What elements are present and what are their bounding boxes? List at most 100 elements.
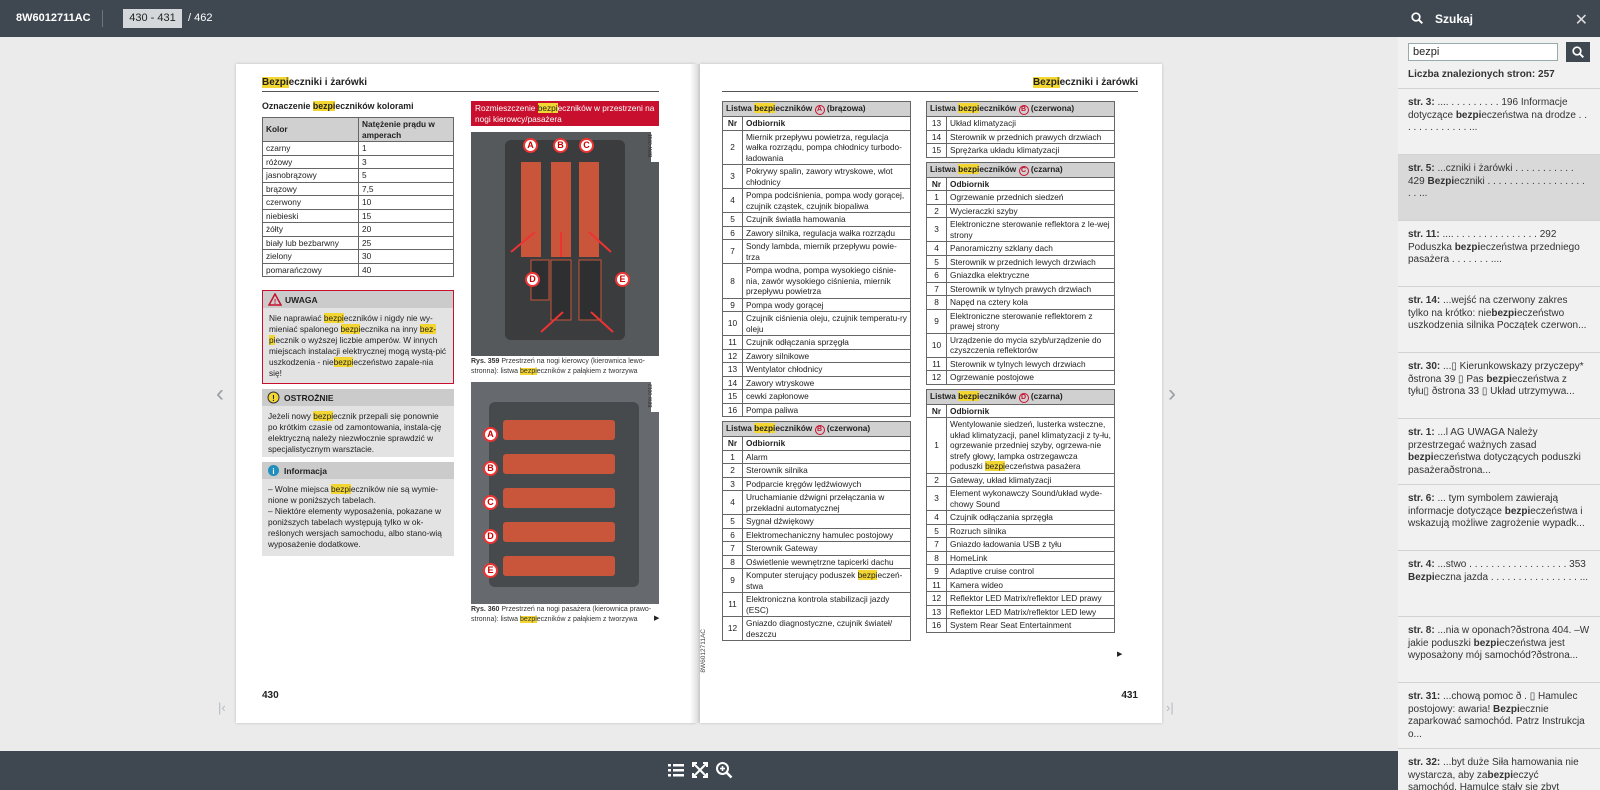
fullscreen-icon[interactable] (691, 761, 709, 779)
text: Sterownik Gateway (746, 543, 818, 553)
next-page-icon[interactable]: › (1168, 380, 1176, 408)
table-cell: czarny (262, 141, 359, 156)
table-cell: 30 (358, 249, 454, 264)
search-result-item[interactable]: str. 30: ...▯ Kierunkowskazy przyczepy* … (1398, 352, 1600, 418)
table-row: 5 Czujnik światła hamowania (722, 212, 911, 227)
table-row: 2 Wycieraczki szyby (926, 203, 1115, 218)
search-icon (1572, 46, 1584, 58)
fuse-number: 12 (926, 591, 947, 606)
title-text: eczników (979, 163, 1019, 174)
text: Reflektor LED Matrix/reflektor LED prawy (950, 593, 1102, 603)
fuse-illustration-1 (471, 132, 659, 356)
fuse-number: 8 (722, 263, 743, 299)
table-header: Nr Odbiornik (722, 116, 911, 131)
search-result-item[interactable]: str. 11: .... . . . . . . . . . . . . . … (1398, 220, 1600, 286)
result-page: str. 4: (1408, 559, 1435, 570)
list-icon[interactable] (667, 761, 685, 779)
text: Pompa paliwa (746, 404, 799, 415)
fuse-receiver: cewki zapłonowe (742, 389, 911, 404)
title-text: (brązowa) (824, 103, 866, 113)
result-hit: Bezpi (1493, 703, 1520, 715)
svg-text:!: ! (274, 299, 276, 306)
fuse-receiver: Elektromechaniczny hamulec postojowy (742, 527, 911, 542)
rule (722, 91, 1138, 92)
result-hit: bezpi (1454, 241, 1481, 253)
result-hit: bezpi (1408, 452, 1434, 463)
search-input[interactable]: bezpi (1408, 43, 1558, 61)
table-row: 3 Element wykonawczy Sound/układ wyde-cho… (926, 486, 1115, 511)
search-title: Szukaj (1435, 12, 1474, 26)
text: Reflektor LED Matrix/reflektor LED lewy (950, 606, 1097, 617)
fuse-number: 9 (926, 564, 947, 579)
fuse-photo-passenger: B8W-0012 A B C D E (471, 382, 659, 604)
search-result-item[interactable]: str. 8: ...nia w oponach?ðstrona 404. –W… (1398, 616, 1600, 682)
text: Rozruch silnika (950, 525, 1007, 536)
table-cell: 10 (358, 195, 454, 210)
text: Panoramiczny szklany dach (950, 243, 1053, 253)
text: Sterownik w przednich lewych drzwiach (950, 256, 1096, 267)
fuse-letter-badge: B (1018, 105, 1029, 115)
caution-box: ! OSTROŻNIE Jeżeli nowy bezpiecznik przep… (262, 389, 454, 457)
fuse-number: 16 (926, 618, 947, 633)
table-row: 6 Zawory silnika, regulacja wałka rozrząd… (722, 225, 911, 240)
table-row: 7 Sterownik w tylnych prawych drzwiach (926, 281, 1115, 296)
table-row: zielony 30 (262, 249, 454, 264)
result-hit: bezpi (1504, 505, 1531, 517)
fuse-receiver: Sterownik w tylnych lewych drzwiach (946, 356, 1115, 371)
result-hit: bezpi (1455, 109, 1482, 121)
page-range-input[interactable]: 430 - 431 (123, 9, 182, 28)
search-result-item[interactable]: str. 1: ...l AG UWAGA Należy przestrzega… (1398, 418, 1600, 484)
search-result-item[interactable]: str. 5: ...czniki i żarówki . . . . . . … (1398, 154, 1600, 220)
table-row: 14 Zawory wtryskowe (722, 375, 911, 390)
search-result-item[interactable]: str. 31: ...chową pomoc ð . ▯ Hamulec po… (1398, 682, 1600, 748)
table-row: 1 Ogrzewanie przednich siedzeń (926, 190, 1115, 205)
table-cell: 1 (358, 141, 454, 156)
table-cell: różowy (262, 154, 359, 169)
table-row: 11 Sterownik w tylnych lewych drzwiach (926, 356, 1115, 371)
table-cell: 20 (358, 222, 454, 237)
fuse-letter-badge: B (814, 425, 825, 435)
text: Gateway, układ klimatyzacji (950, 474, 1052, 485)
result-hit: bezpi (1487, 769, 1514, 781)
table-row: 15 cewki zapłonowe (722, 389, 911, 404)
fuse-number: 13 (926, 116, 947, 131)
search-icon (1411, 12, 1423, 24)
table-row: 4 Pompa podciśnienia, pompa wody gorącej,… (722, 188, 911, 213)
fuse-number: 1 (926, 190, 947, 205)
search-result-item[interactable]: str. 32: ...byt duże Siła hamowania nie … (1398, 748, 1600, 790)
fuse-table-b: Listwa bezpieczników B (czerwona) 13 Układ… (926, 101, 1115, 158)
title-text: Listwa (726, 103, 755, 113)
info-icon: i (268, 465, 279, 476)
fuse-table-title: Listwa bezpieczników C (czarna) (926, 161, 1115, 178)
text: Komputer sterujący poduszek (746, 570, 858, 580)
table-row: 2 Sterownik silnika (722, 463, 911, 478)
zoom-in-icon[interactable] (715, 761, 733, 779)
search-button[interactable] (1566, 42, 1590, 62)
first-page-icon[interactable]: |‹ (218, 700, 226, 715)
fuse-receiver: Adaptive cruise control (946, 564, 1115, 579)
table-row: 11 Czujnik odłączania sprzęgła (722, 335, 911, 350)
prev-page-icon[interactable]: ‹ (216, 380, 224, 408)
text: Pompa podciśnienia, pompa wody gorącej, … (746, 190, 905, 211)
table-row: brązowy 7,5 (262, 181, 454, 196)
color-table-title: Oznaczenie bezpieczników kolorami (262, 101, 414, 111)
fuse-number: 1 (722, 449, 743, 464)
text: cewki zapłonowe (746, 391, 809, 401)
last-page-icon[interactable]: ›| (1166, 700, 1174, 715)
search-result-item[interactable]: str. 14: ...wejść na czerwony zakres tyl… (1398, 286, 1600, 352)
search-result-item[interactable]: str. 3: .... . . . . . . . . . 196 Infor… (1398, 88, 1600, 154)
close-icon[interactable]: ✕ (1575, 10, 1588, 30)
fuse-number: 9 (722, 568, 743, 593)
fuse-number: 5 (926, 523, 947, 538)
fuse-receiver: Pompa wodna, pompa wysokiego ciśnie-nia,… (742, 263, 911, 299)
fuse-number: 16 (722, 402, 743, 417)
color-table: Kolor Natężenie prądu w amperach czarny 1 r… (262, 117, 454, 277)
fuse-receiver: Rozruch silnika (946, 523, 1115, 538)
divider (102, 10, 103, 27)
search-result-item[interactable]: str. 6: ... tym symbolem zawierają infor… (1398, 484, 1600, 550)
fuse-receiver: Elektroniczna kontrola stabilizacji jazd… (742, 592, 911, 617)
search-header: Szukaj ✕ (1398, 0, 1600, 37)
search-result-item[interactable]: str. 4: ...stwo . . . . . . . . . . . . … (1398, 550, 1600, 616)
fuse-receiver: Miernik przepływu powietrza, regulacja w… (742, 129, 911, 165)
fuse-receiver: Gniazdo diagnostyczne, czujnik świateł/ … (742, 616, 911, 641)
